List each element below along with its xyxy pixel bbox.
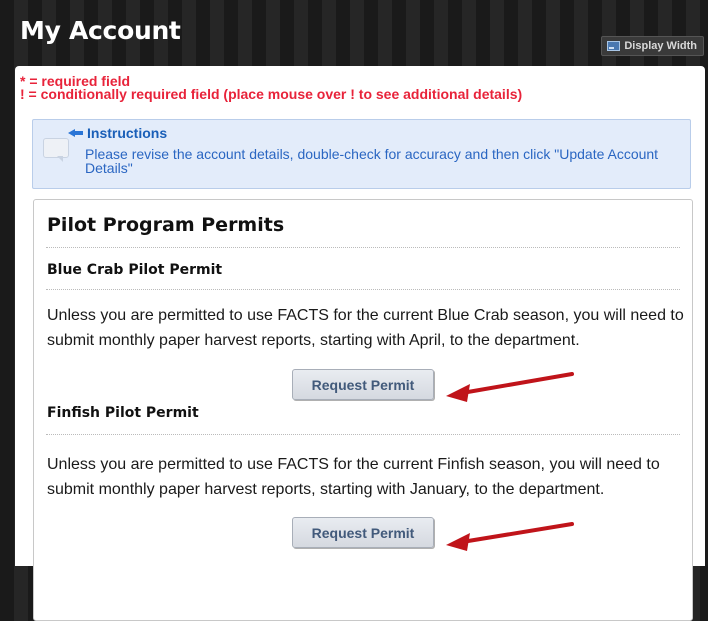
- conditional-field-note: ! = conditionally required field (place …: [20, 86, 523, 102]
- finfish-permit-description: Unless you are permitted to use FACTS fo…: [47, 456, 660, 498]
- arrow-left-icon: [68, 128, 83, 138]
- blue-crab-permit-title: Blue Crab Pilot Permit: [47, 262, 223, 278]
- page-title: My Account: [20, 16, 181, 45]
- display-width-label: Display Width: [624, 40, 697, 52]
- instructions-title: Instructions: [87, 125, 168, 141]
- display-width-button[interactable]: Display Width: [601, 36, 704, 56]
- section-title: Pilot Program Permits: [47, 214, 285, 236]
- divider: [46, 289, 680, 290]
- blue-crab-permit-description: Unless you are permitted to use FACTS fo…: [47, 307, 684, 349]
- request-finfish-permit-button[interactable]: Request Permit: [292, 517, 434, 548]
- divider: [46, 434, 680, 435]
- annotation-arrow-icon: [446, 522, 574, 551]
- pilot-permits-section: Pilot Program Permits Blue Crab Pilot Pe…: [33, 199, 693, 621]
- field-legend: * = required field ! = conditionally req…: [20, 74, 523, 102]
- account-panel: * = required field ! = conditionally req…: [15, 66, 705, 621]
- monitor-icon: [607, 41, 621, 51]
- annotation-arrow-icon: [446, 372, 574, 402]
- instructions-text: Please revise the account details, doubl…: [85, 146, 659, 176]
- header-bar: My Account Display Width: [0, 0, 708, 62]
- finfish-permit-title: Finfish Pilot Permit: [47, 405, 199, 421]
- request-blue-crab-permit-button[interactable]: Request Permit: [292, 369, 434, 400]
- instructions-box: Instructions Please revise the account d…: [32, 119, 691, 189]
- instructions-header: Instructions: [68, 125, 167, 141]
- speech-bubble-icon: [43, 138, 69, 162]
- divider: [46, 247, 680, 248]
